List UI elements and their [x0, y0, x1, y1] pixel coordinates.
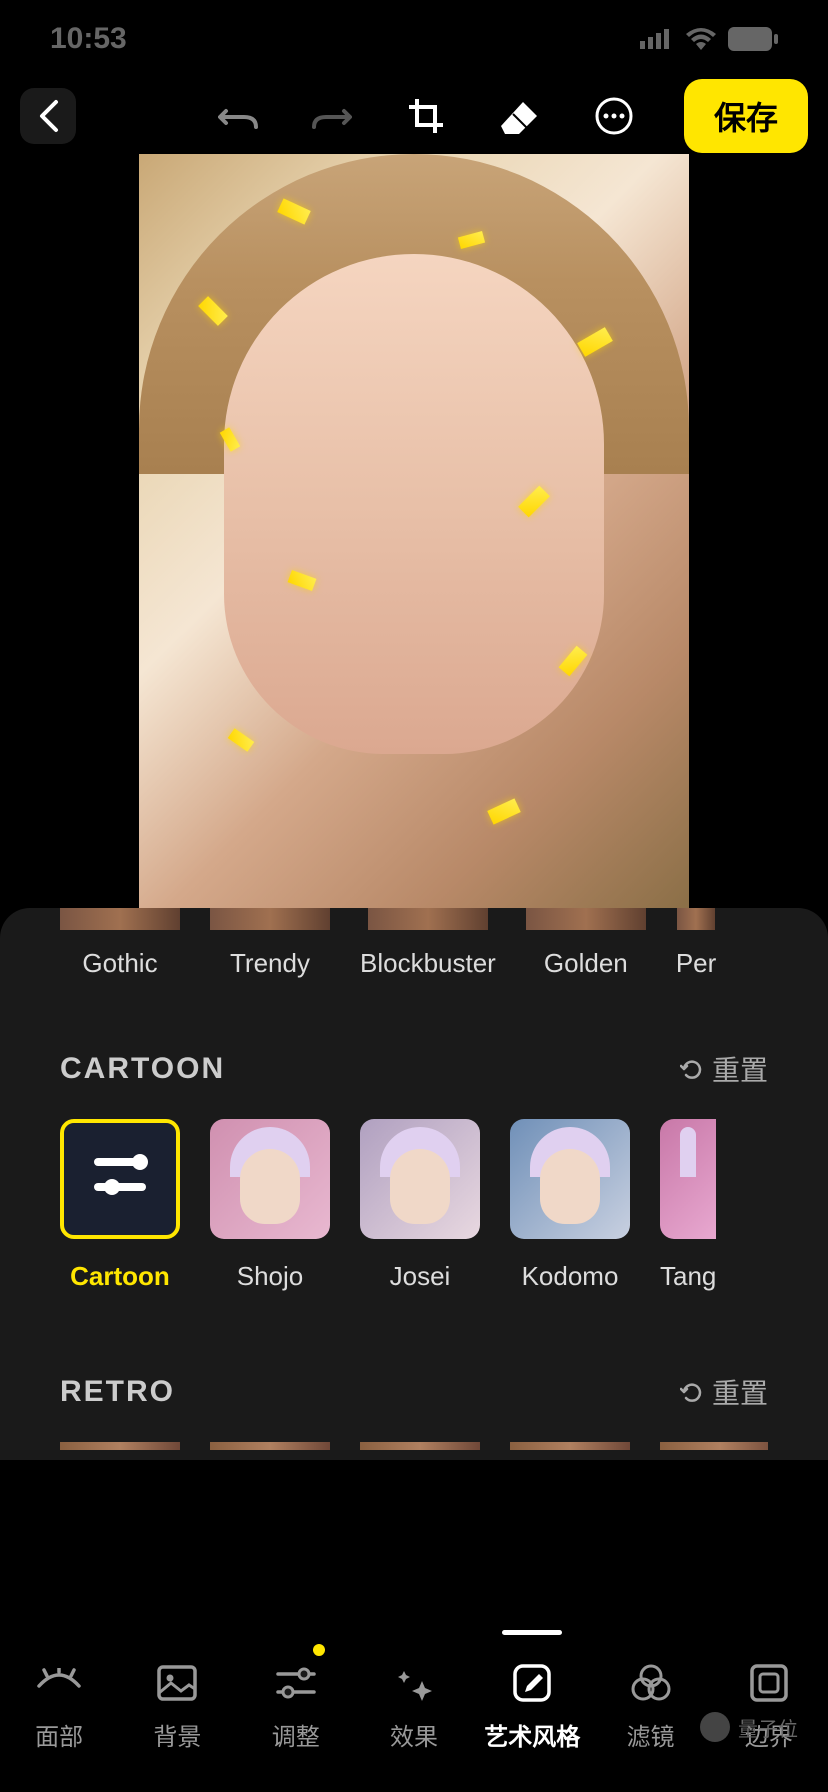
reset-label: 重置 — [712, 1049, 768, 1089]
nav-adjust[interactable]: 调整 — [237, 1630, 355, 1767]
more-icon — [594, 96, 634, 136]
status-time: 10:53 — [50, 22, 127, 56]
filter-thumb — [60, 1119, 180, 1239]
redo-icon — [312, 99, 352, 133]
style-item-per[interactable]: Per — [676, 908, 716, 979]
style-row-top[interactable]: Gothic Trendy Blockbuster Golden Per — [0, 908, 828, 999]
reset-button[interactable]: 重置 — [680, 1372, 768, 1412]
nav-label: 面部 — [35, 1717, 83, 1752]
toolbar-icons — [216, 94, 636, 138]
filter-icon — [629, 1661, 673, 1705]
style-label: Per — [676, 948, 716, 979]
reset-label: 重置 — [712, 1372, 768, 1412]
signal-icon — [640, 29, 674, 49]
style-item-trendy[interactable]: Trendy — [210, 908, 330, 979]
nav-face[interactable]: 面部 — [0, 1630, 118, 1767]
undo-button[interactable] — [216, 94, 260, 138]
reset-button[interactable]: 重置 — [680, 1049, 768, 1089]
filter-item-cartoon[interactable]: Cartoon — [60, 1119, 180, 1292]
reset-icon — [680, 1057, 704, 1081]
nav-label: 背景 — [153, 1717, 201, 1752]
border-icon — [747, 1661, 791, 1705]
filter-label: Kodomo — [522, 1261, 619, 1292]
filter-label: Shojo — [237, 1261, 304, 1292]
category-header: RETRO 重置 — [60, 1372, 768, 1412]
brush-icon — [510, 1661, 554, 1705]
notification-dot — [313, 1644, 325, 1656]
style-label: Gothic — [82, 948, 157, 979]
filter-thumb — [660, 1119, 716, 1239]
style-item-blockbuster[interactable]: Blockbuster — [360, 908, 496, 979]
nav-border[interactable]: 边界 — [710, 1630, 828, 1767]
crop-button[interactable] — [404, 94, 448, 138]
cartoon-filter-row[interactable]: Cartoon Shojo Josei Kodomo Tang — [60, 1119, 768, 1292]
watermark-text: 量子位 — [738, 1713, 798, 1742]
style-thumb — [677, 908, 715, 930]
style-item-gothic[interactable]: Gothic — [60, 908, 180, 979]
style-thumb — [60, 908, 180, 930]
image-icon — [155, 1661, 199, 1705]
style-label: Blockbuster — [360, 948, 496, 979]
style-thumb — [526, 908, 646, 930]
sparkle-icon — [392, 1661, 436, 1705]
filter-label: Cartoon — [70, 1261, 170, 1292]
retro-section: RETRO 重置 — [0, 1322, 828, 1460]
filters-panel: Gothic Trendy Blockbuster Golden Per CAR… — [0, 908, 828, 1460]
toolbar: 保存 — [0, 77, 828, 154]
filter-thumb — [60, 1442, 180, 1450]
nav-label: 调整 — [272, 1717, 320, 1752]
filter-thumb — [210, 1119, 330, 1239]
filter-thumb — [510, 1119, 630, 1239]
eraser-button[interactable] — [498, 94, 542, 138]
chevron-left-icon — [36, 98, 60, 134]
save-button[interactable]: 保存 — [684, 79, 808, 153]
filter-item-shojo[interactable]: Shojo — [210, 1119, 330, 1292]
nav-effects[interactable]: 效果 — [355, 1630, 473, 1767]
filter-label: Tang — [660, 1261, 716, 1292]
status-icons — [640, 27, 778, 51]
cartoon-section: CARTOON 重置 Cartoon Shojo Josei Kodomo — [0, 999, 828, 1322]
battery-icon — [728, 27, 778, 51]
nav-filter[interactable]: 滤镜 — [591, 1630, 709, 1767]
undo-icon — [218, 99, 258, 133]
wifi-icon — [686, 28, 716, 50]
category-title: CARTOON — [60, 1052, 225, 1086]
nav-label: 滤镜 — [627, 1717, 675, 1752]
nav-label: 艺术风格 — [484, 1717, 580, 1752]
filter-item-tang[interactable]: Tang — [660, 1119, 716, 1292]
canvas-area[interactable] — [0, 154, 828, 908]
filter-thumb — [510, 1442, 630, 1450]
style-thumb — [368, 908, 488, 930]
back-button[interactable] — [20, 88, 76, 144]
style-item-golden[interactable]: Golden — [526, 908, 646, 979]
category-title: RETRO — [60, 1375, 175, 1409]
status-bar: 10:53 — [0, 0, 828, 77]
crop-icon — [407, 97, 445, 135]
more-button[interactable] — [592, 94, 636, 138]
preview-image — [139, 154, 689, 908]
style-label: Trendy — [230, 948, 310, 979]
eye-icon — [37, 1661, 81, 1705]
reset-icon — [680, 1380, 704, 1404]
filter-thumb — [210, 1442, 330, 1450]
style-thumb — [210, 908, 330, 930]
watermark: 量子位 — [700, 1712, 798, 1742]
nav-label: 效果 — [390, 1717, 438, 1752]
bottom-nav: 面部 背景 调整 效果 艺术风格 滤镜 边界 — [0, 1630, 828, 1792]
nav-background[interactable]: 背景 — [118, 1630, 236, 1767]
filter-item-josei[interactable]: Josei — [360, 1119, 480, 1292]
category-header: CARTOON 重置 — [60, 1049, 768, 1089]
watermark-icon — [700, 1712, 730, 1742]
redo-button[interactable] — [310, 94, 354, 138]
retro-filter-row[interactable] — [60, 1442, 768, 1450]
nav-art-style[interactable]: 艺术风格 — [473, 1630, 591, 1767]
filter-thumb — [360, 1119, 480, 1239]
style-label: Golden — [544, 948, 628, 979]
filter-item-kodomo[interactable]: Kodomo — [510, 1119, 630, 1292]
sliders-icon — [274, 1661, 318, 1705]
filter-thumb — [360, 1442, 480, 1450]
filter-thumb — [660, 1442, 768, 1450]
eraser-icon — [499, 98, 541, 134]
filter-label: Josei — [390, 1261, 451, 1292]
